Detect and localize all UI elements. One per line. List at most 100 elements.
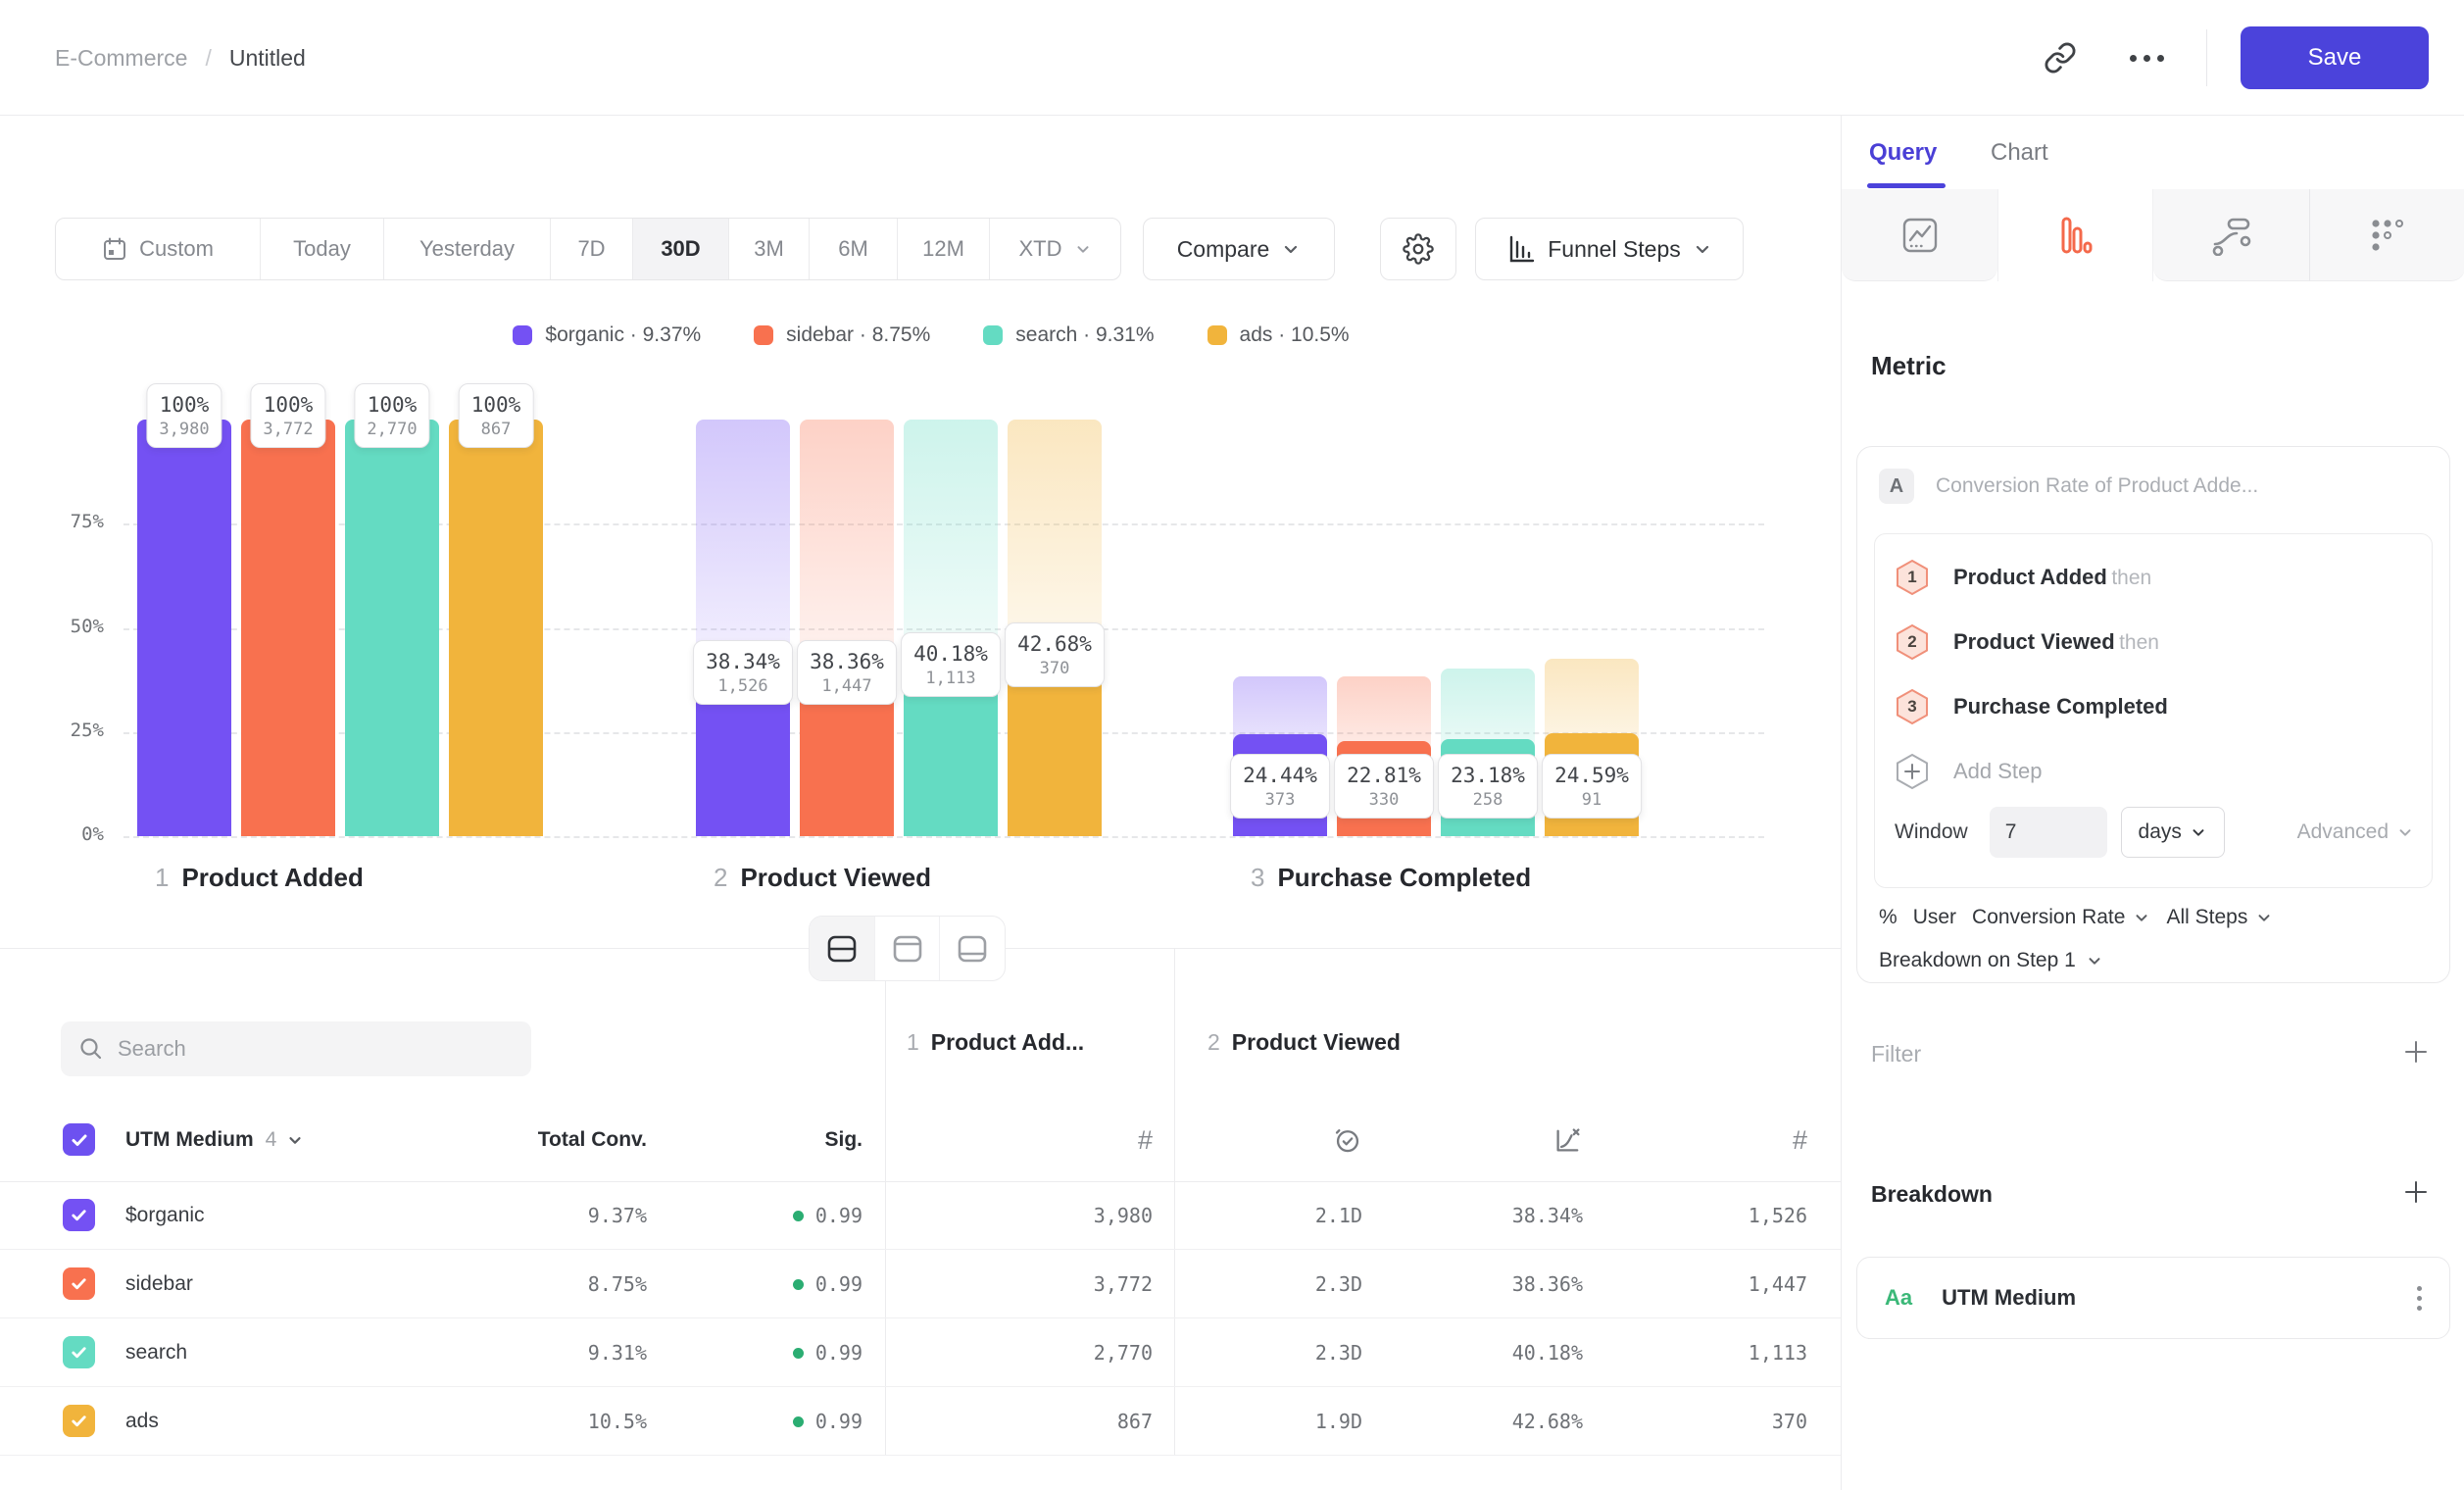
add-step-button[interactable]: Add Step (1895, 742, 2043, 801)
more-options-button[interactable] (2120, 31, 2173, 84)
tab-retention-chart[interactable] (2309, 189, 2464, 281)
chart-type-dropdown[interactable]: Funnel Steps (1475, 218, 1744, 280)
bar-organic-step1[interactable] (137, 420, 231, 836)
count-column-icon[interactable]: # (1749, 1118, 1807, 1163)
legend-item-ads[interactable]: ads · 10.5% (1207, 323, 1350, 347)
query-step-1[interactable]: 1Product Added then (1895, 548, 2151, 607)
conversion-chart-icon (1553, 1125, 1583, 1155)
total-conv-header[interactable]: Total Conv. (538, 1113, 647, 1167)
legend-item-sidebar[interactable]: sidebar · 8.75% (754, 323, 930, 347)
legend-label: search · 9.31% (1015, 323, 1154, 347)
legend-label: $organic · 9.37% (545, 323, 701, 347)
row-checkbox[interactable] (63, 1336, 95, 1368)
group-column-header[interactable]: UTM Medium 4 (125, 1113, 304, 1167)
tab-funnel-chart[interactable] (1997, 189, 2153, 281)
row-sig: 0.99 (793, 1387, 862, 1456)
tab-chart[interactable]: Chart (1991, 129, 2048, 176)
range-3m[interactable]: 3M (728, 219, 809, 279)
range-7d[interactable]: 7D (550, 219, 632, 279)
bar-organic-step2[interactable] (696, 676, 790, 836)
search-input[interactable] (118, 1036, 490, 1062)
tab-query[interactable]: Query (1869, 129, 1937, 176)
row-checkbox[interactable] (63, 1405, 95, 1437)
share-link-button[interactable] (2034, 31, 2087, 84)
add-filter-button[interactable] (2401, 1037, 2431, 1067)
range-custom[interactable]: Custom (56, 219, 260, 279)
avg-time-column-icon[interactable] (1304, 1118, 1362, 1163)
query-step-3[interactable]: 3Purchase Completed (1895, 677, 2168, 736)
bar-sidebar-step1[interactable] (241, 420, 335, 836)
bar-sidebar-step3[interactable] (1337, 741, 1431, 836)
layout-split-button[interactable] (810, 917, 874, 980)
sig-header[interactable]: Sig. (824, 1113, 862, 1167)
bar-search-step3[interactable] (1441, 739, 1535, 836)
window-unit-select[interactable]: days (2121, 807, 2225, 858)
measure-entity[interactable]: User (1913, 906, 1956, 929)
breakdown-property-card[interactable]: Aa UTM Medium (1856, 1257, 2450, 1339)
sig-dot (793, 1416, 804, 1427)
row-name: ads (125, 1387, 159, 1456)
dots-grid-icon (2368, 216, 2407, 255)
app-window: E-Commerce / Untitled Save CustomToda (0, 0, 2464, 1490)
measure-metric-dropdown[interactable]: Conversion Rate (1972, 906, 2150, 929)
advanced-toggle[interactable]: Advanced (2297, 820, 2414, 844)
step-then-label: then (2111, 567, 2151, 589)
chevron-down-icon (2255, 909, 2273, 926)
window-value-input[interactable] (1990, 807, 2107, 858)
layout-chart-only-button[interactable] (874, 917, 940, 980)
range-30d[interactable]: 30D (632, 219, 728, 279)
legend-swatch (754, 325, 773, 345)
step-number: 2 (714, 863, 727, 893)
kebab-menu-icon[interactable] (2417, 1286, 2422, 1311)
range-xtd[interactable]: XTD (989, 219, 1120, 279)
row-checkbox[interactable] (63, 1199, 95, 1231)
breakdown-on-dropdown[interactable]: Breakdown on Step 1 (1879, 949, 2103, 972)
bar-ads-step3[interactable] (1545, 733, 1639, 836)
step-name: Product Added (181, 863, 363, 893)
measure-scope-dropdown[interactable]: All Steps (2166, 906, 2273, 929)
measure-row: % User Conversion Rate All Steps (1879, 906, 2273, 929)
select-all-checkbox[interactable] (63, 1123, 95, 1156)
step-hexagon-badge: 2 (1895, 623, 1930, 661)
bar-percent: 42.68% (1017, 630, 1092, 658)
legend-item-organic[interactable]: $organic · 9.37% (513, 323, 701, 347)
bar-ads-step2[interactable] (1008, 659, 1102, 836)
layout-table-only-button[interactable] (939, 917, 1005, 980)
breadcrumb-project[interactable]: E-Commerce (55, 45, 187, 72)
save-button[interactable]: Save (2241, 26, 2429, 89)
bar-ads-step1[interactable] (449, 420, 543, 836)
bar-sidebar-step2[interactable] (800, 676, 894, 836)
range-label: Yesterday (419, 236, 515, 262)
legend-item-search[interactable]: search · 9.31% (983, 323, 1154, 347)
bar-percent: 40.18% (913, 640, 988, 668)
chevron-down-icon (1693, 239, 1712, 259)
add-breakdown-button[interactable] (2401, 1177, 2431, 1207)
range-label: 7D (577, 236, 605, 262)
sig-dot (793, 1348, 804, 1359)
query-step-2[interactable]: 2Product Viewed then (1895, 613, 2159, 671)
count-column-icon[interactable]: # (1094, 1118, 1153, 1163)
tab-flow-chart[interactable] (2153, 189, 2309, 281)
range-yesterday[interactable]: Yesterday (383, 219, 550, 279)
range-12m[interactable]: 12M (897, 219, 989, 279)
range-6m[interactable]: 6M (809, 219, 897, 279)
row-checkbox[interactable] (63, 1267, 95, 1300)
range-today[interactable]: Today (260, 219, 383, 279)
conversion-column-icon[interactable] (1524, 1118, 1583, 1163)
funnel-bars-icon (2056, 216, 2095, 255)
metric-header[interactable]: A Conversion Rate of Product Adde... (1879, 469, 2258, 504)
compare-button[interactable]: Compare (1143, 218, 1335, 280)
ellipsis-icon (2130, 55, 2164, 62)
plus-icon (2402, 1178, 2430, 1206)
chart-settings-button[interactable] (1380, 218, 1456, 280)
tab-line-chart[interactable] (1842, 189, 1997, 281)
bar-search-step1[interactable] (345, 420, 439, 836)
row-total-conv: 9.31% (588, 1318, 647, 1387)
bar-organic-step3[interactable] (1233, 734, 1327, 836)
metric-name: Conversion Rate of Product Adde... (1936, 474, 2258, 498)
breadcrumb-current[interactable]: Untitled (229, 45, 306, 72)
measure-scope-label: All Steps (2166, 906, 2247, 929)
row-step2-count: 1,526 (1749, 1181, 1807, 1250)
bar-search-step2[interactable] (904, 669, 998, 836)
row-step1-count: 2,770 (1094, 1318, 1153, 1387)
